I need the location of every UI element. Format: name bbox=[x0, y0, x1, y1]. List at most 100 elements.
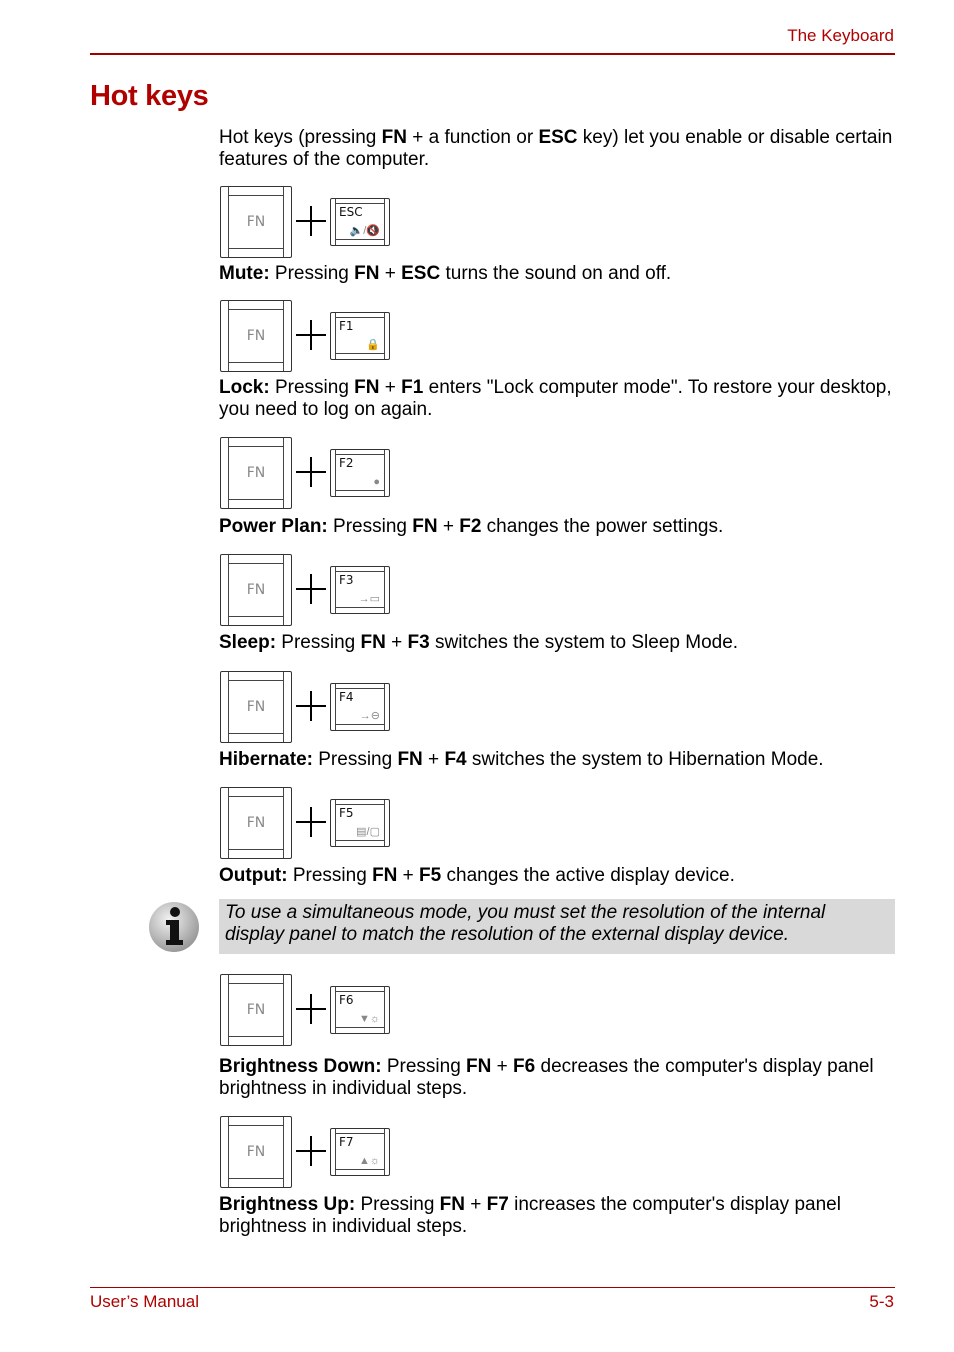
text: turns the sound on and off. bbox=[440, 263, 672, 284]
text: + bbox=[465, 1194, 487, 1215]
hotkey-description: Sleep: Pressing FN + F3 switches the sys… bbox=[219, 632, 899, 654]
note-text: To use a simultaneous mode, you must set… bbox=[225, 902, 826, 945]
text: Pressing bbox=[381, 1056, 467, 1077]
text-bold: F4 bbox=[444, 749, 467, 770]
key-combo-fn-f6: FN F6 ▼☼ bbox=[220, 974, 400, 1048]
text: + bbox=[397, 865, 420, 886]
key-face-line bbox=[335, 840, 385, 841]
function-key-f6: F6 ▼☼ bbox=[330, 986, 390, 1034]
text-bold: FN bbox=[354, 377, 380, 398]
intro-paragraph: Hot keys (pressing FN + a function or ES… bbox=[219, 127, 899, 171]
function-key-f2: F2 ● bbox=[330, 449, 390, 497]
text-bold: FN bbox=[354, 263, 380, 284]
key-combo-fn-f5: FN F5 ▤/▢ bbox=[220, 787, 400, 861]
function-key-esc: ESC 🔈/🔇 bbox=[330, 198, 390, 246]
text-bold: ESC bbox=[538, 127, 578, 148]
key-face-line bbox=[335, 490, 385, 491]
text: switches the system to Sleep Mode. bbox=[429, 632, 739, 653]
fn-key: FN bbox=[220, 1116, 292, 1188]
lock-icon: 🔒 bbox=[366, 339, 380, 351]
text-bold: FN bbox=[372, 865, 398, 886]
text: + bbox=[437, 516, 460, 537]
text: Pressing bbox=[269, 377, 355, 398]
fn-key-label: FN bbox=[246, 328, 266, 344]
text: Pressing bbox=[355, 1194, 440, 1215]
footer-rule bbox=[90, 1287, 895, 1288]
text: Pressing bbox=[269, 263, 355, 284]
text: + bbox=[491, 1056, 514, 1077]
key-combo-fn-f2: FN F2 ● bbox=[220, 437, 400, 511]
text: Pressing bbox=[287, 865, 373, 886]
text: changes the active display device. bbox=[441, 865, 735, 886]
fn-key: FN bbox=[220, 671, 292, 743]
fn-key-label: FN bbox=[246, 214, 266, 230]
key-face-line bbox=[335, 991, 385, 992]
hotkey-description: Brightness Up: Pressing FN + F7 increase… bbox=[219, 1194, 899, 1238]
key-combo-fn-f7: FN F7 ▲☼ bbox=[220, 1116, 400, 1190]
function-key-label: F3 bbox=[339, 573, 354, 587]
brightness-down-icon: ▼☼ bbox=[359, 1013, 380, 1025]
fn-key-label: FN bbox=[246, 1144, 266, 1160]
text-bold: F6 bbox=[513, 1056, 536, 1077]
header-rule bbox=[90, 53, 895, 55]
function-key-label: F1 bbox=[339, 319, 354, 333]
hotkey-description: Brightness Down: Pressing FN + F6 decrea… bbox=[219, 1056, 899, 1100]
key-face-line bbox=[335, 317, 385, 318]
text-bold: F1 bbox=[401, 377, 424, 398]
key-combo-fn-f3: FN F3 →▭ bbox=[220, 554, 400, 628]
fn-key: FN bbox=[220, 300, 292, 372]
key-face-line bbox=[335, 1133, 385, 1134]
text-bold: FN bbox=[381, 127, 407, 148]
text: + a function or bbox=[406, 127, 539, 148]
hotkey-name: Hibernate: bbox=[219, 749, 313, 770]
brightness-up-icon: ▲☼ bbox=[359, 1155, 380, 1167]
text: + bbox=[379, 263, 402, 284]
key-combo-fn-esc: FN ESC 🔈/🔇 bbox=[220, 186, 400, 260]
function-key-label: F6 bbox=[339, 993, 354, 1007]
running-header: The Keyboard bbox=[787, 26, 894, 45]
text: Pressing bbox=[276, 632, 361, 653]
plus-icon bbox=[296, 807, 326, 837]
text: Pressing bbox=[327, 516, 413, 537]
function-key-f5: F5 ▤/▢ bbox=[330, 799, 390, 847]
hotkey-name: Brightness Up: bbox=[219, 1194, 356, 1215]
text-bold: F2 bbox=[459, 516, 482, 537]
key-face-line bbox=[335, 239, 385, 240]
hotkey-name: Power Plan: bbox=[219, 516, 328, 537]
function-key-label: ESC bbox=[339, 205, 363, 219]
hotkey-name: Mute: bbox=[219, 263, 270, 284]
key-face-line bbox=[335, 688, 385, 689]
fn-key: FN bbox=[220, 974, 292, 1046]
info-icon bbox=[148, 901, 200, 953]
fn-key: FN bbox=[220, 554, 292, 626]
text-bold: FN bbox=[360, 632, 386, 653]
text-bold: FN bbox=[412, 516, 438, 537]
text: changes the power settings. bbox=[481, 516, 724, 537]
text-bold: F5 bbox=[419, 865, 442, 886]
plus-icon bbox=[296, 457, 326, 487]
hotkey-description: Mute: Pressing FN + ESC turns the sound … bbox=[219, 263, 899, 285]
hotkey-description: Power Plan: Pressing FN + F2 changes the… bbox=[219, 516, 899, 538]
key-face-line bbox=[335, 804, 385, 805]
text-bold: F7 bbox=[486, 1194, 509, 1215]
page-title: Hot keys bbox=[90, 80, 209, 112]
key-face-line bbox=[335, 607, 385, 608]
text: switches the system to Hibernation Mode. bbox=[466, 749, 824, 770]
key-face-line bbox=[335, 454, 385, 455]
function-key-label: F5 bbox=[339, 806, 354, 820]
hibernate-icon: →⊖ bbox=[359, 710, 380, 722]
text: Pressing bbox=[312, 749, 398, 770]
text: + bbox=[379, 377, 402, 398]
key-face-line bbox=[335, 203, 385, 204]
fn-key-label: FN bbox=[246, 699, 266, 715]
text: Hot keys (pressing bbox=[219, 127, 382, 148]
hotkey-name: Output: bbox=[219, 865, 288, 886]
plus-icon bbox=[296, 691, 326, 721]
hotkey-name: Brightness Down: bbox=[219, 1056, 382, 1077]
key-face-line bbox=[335, 1169, 385, 1170]
key-face-line bbox=[335, 1027, 385, 1028]
page-number: 5-3 bbox=[869, 1292, 894, 1311]
fn-key-label: FN bbox=[246, 582, 266, 598]
text-bold: F3 bbox=[407, 632, 430, 653]
text-bold: ESC bbox=[401, 263, 441, 284]
